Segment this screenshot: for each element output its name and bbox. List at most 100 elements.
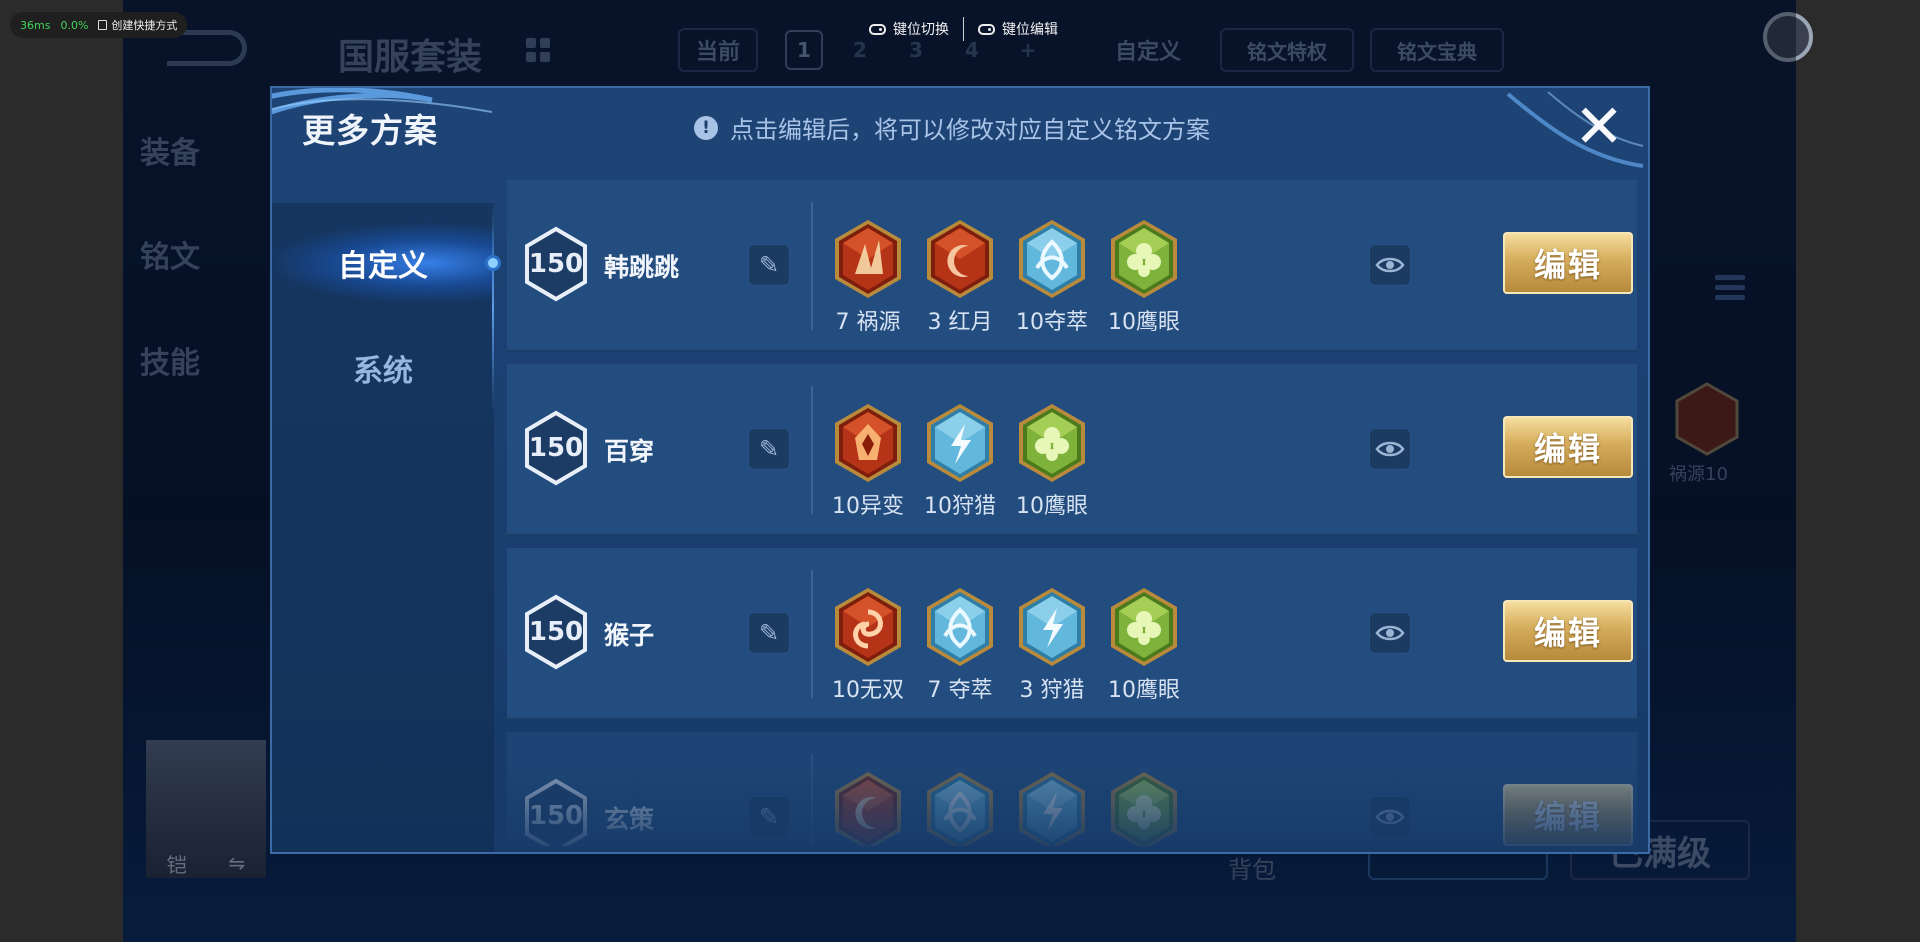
tab-indicator-dot [485, 255, 501, 271]
rename-button[interactable]: ✎ [748, 612, 790, 654]
rune-bolt-icon [1019, 772, 1085, 846]
tab-custom[interactable]: 自定义 [272, 223, 494, 303]
dialog-title: 更多方案 [302, 111, 438, 150]
rune-slot[interactable]: 10鹰眼 [1098, 218, 1190, 336]
rune-label: 10夺萃 [1016, 310, 1088, 335]
rune-label: 7 夺萃 [927, 678, 993, 703]
rune-label: 10无双 [832, 678, 904, 703]
preview-button[interactable] [1369, 244, 1411, 286]
plan-name: 玄策 [604, 805, 655, 834]
rune-label: 10鹰眼 [1108, 678, 1180, 703]
rune-label: 10狩猎 [924, 494, 996, 519]
gamepad-icon [978, 23, 995, 35]
edit-button[interactable]: 编辑 [1503, 784, 1633, 846]
rune-slot[interactable]: 10异变 [822, 402, 914, 520]
eye-icon [1375, 809, 1405, 825]
tab-system[interactable]: 系统 [272, 328, 494, 408]
row-divider [811, 202, 813, 330]
keymap-edit-button[interactable]: 键位编辑 [964, 19, 1072, 39]
rune-slot[interactable]: 10鹰眼 [1098, 586, 1190, 704]
rune-shards-icon [835, 220, 901, 298]
rune-slot[interactable] [1006, 770, 1098, 846]
perf-indicator: 36ms 0.0% 创建快捷方式 [10, 12, 188, 38]
plan-category-tabs: 自定义 系统 [272, 203, 501, 852]
edit-hint: ! 点击编辑后，将可以修改对应自定义铭文方案 [694, 110, 1210, 145]
rune-slot[interactable]: 3 红月 [914, 218, 1006, 336]
shortcut-icon [98, 20, 108, 30]
rune-slot[interactable]: 3 狩猎 [1006, 586, 1098, 704]
rename-button[interactable]: ✎ [748, 428, 790, 470]
edit-hint-text: 点击编辑后，将可以修改对应自定义铭文方案 [730, 116, 1210, 144]
rune-slot[interactable] [914, 770, 1006, 846]
plan-name: 百穿 [604, 437, 655, 466]
preview-button[interactable] [1369, 612, 1411, 654]
rune-set [822, 770, 1190, 846]
row-divider [811, 570, 813, 698]
preview-button[interactable] [1369, 796, 1411, 838]
rune-knot-icon [1019, 220, 1085, 298]
emulator-toolbar: 36ms 0.0% 创建快捷方式 键位切换 键位编辑 [0, 0, 1920, 56]
loss-value: 0.0% [60, 18, 89, 32]
close-icon: ✕ [1573, 92, 1625, 162]
rune-slot[interactable]: 7 祸源 [822, 218, 914, 336]
rune-bolt-icon [927, 404, 993, 482]
pen-icon: ✎ [758, 251, 780, 279]
rune-moon-icon [835, 772, 901, 846]
plan-level: 150 [528, 249, 584, 279]
rename-button[interactable]: ✎ [748, 244, 790, 286]
rune-clover-icon [1111, 588, 1177, 666]
create-shortcut-button[interactable]: 创建快捷方式 [98, 17, 177, 33]
edit-button[interactable]: 编辑 [1503, 600, 1633, 662]
plan-row[interactable]: 150 猴子 ✎ 10无双 7 夺萃 3 狩猎 10鹰眼 编辑 [507, 548, 1637, 720]
keymap-switch-button[interactable]: 键位切换 [855, 19, 963, 39]
pen-icon: ✎ [758, 619, 780, 647]
info-icon: ! [694, 115, 718, 140]
plan-level: 150 [528, 433, 584, 463]
edit-button[interactable]: 编辑 [1503, 232, 1633, 294]
rune-clover-icon [1111, 220, 1177, 298]
row-divider [811, 386, 813, 514]
pen-icon: ✎ [758, 803, 780, 831]
plan-row[interactable]: 150 百穿 ✎ 10异变 10狩猎 10鹰眼 编辑 [507, 364, 1637, 536]
rune-label: 10异变 [832, 494, 904, 519]
rune-label: 7 祸源 [835, 310, 901, 335]
rune-label: 3 红月 [927, 310, 993, 335]
rune-set: 10异变 10狩猎 10鹰眼 [822, 402, 1098, 520]
rune-label: 10鹰眼 [1108, 310, 1180, 335]
keymap-edit-label: 键位编辑 [1002, 22, 1058, 38]
keymap-switch-label: 键位切换 [893, 22, 949, 38]
rune-label: 3 狩猎 [1019, 678, 1085, 703]
rename-button[interactable]: ✎ [748, 796, 790, 838]
close-button[interactable]: ✕ [1572, 92, 1626, 162]
rune-slot[interactable]: 7 夺萃 [914, 586, 1006, 704]
rune-slot[interactable] [1098, 770, 1190, 846]
create-shortcut-label: 创建快捷方式 [111, 19, 178, 32]
rune-knot-icon [927, 772, 993, 846]
rune-slot[interactable]: 10鹰眼 [1006, 402, 1098, 520]
tab-indicator-line [492, 203, 494, 413]
plan-name: 韩跳跳 [604, 253, 680, 282]
rune-label: 10鹰眼 [1016, 494, 1088, 519]
latency-value: 36ms [20, 18, 51, 32]
plan-list[interactable]: 150 韩跳跳 ✎ 7 祸源 3 红月 10夺萃 10鹰眼 编辑 150 百穿 … [507, 180, 1637, 846]
plan-row[interactable]: 150 韩跳跳 ✎ 7 祸源 3 红月 10夺萃 10鹰眼 编辑 [507, 180, 1637, 352]
rune-slot[interactable]: 10无双 [822, 586, 914, 704]
rune-set: 10无双 7 夺萃 3 狩猎 10鹰眼 [822, 586, 1190, 704]
rune-swirl-icon [835, 588, 901, 666]
plan-name: 猴子 [604, 621, 655, 650]
rune-slot[interactable]: 10夺萃 [1006, 218, 1098, 336]
rune-slot[interactable] [822, 770, 914, 846]
eye-icon [1375, 257, 1405, 273]
rune-clover-icon [1019, 404, 1085, 482]
preview-button[interactable] [1369, 428, 1411, 470]
rune-bolt-icon [1019, 588, 1085, 666]
edit-button[interactable]: 编辑 [1503, 416, 1633, 478]
plan-level: 150 [528, 617, 584, 647]
eye-icon [1375, 625, 1405, 641]
rune-flame-icon [835, 404, 901, 482]
gamepad-icon [869, 23, 886, 35]
plan-row[interactable]: 150 玄策 ✎ 编辑 [507, 732, 1637, 846]
rune-slot[interactable]: 10狩猎 [914, 402, 1006, 520]
rune-clover-icon [1111, 772, 1177, 846]
screen: 36ms 0.0% 创建快捷方式 键位切换 键位编辑 国服套装 当前 1 2 3… [0, 0, 1920, 942]
